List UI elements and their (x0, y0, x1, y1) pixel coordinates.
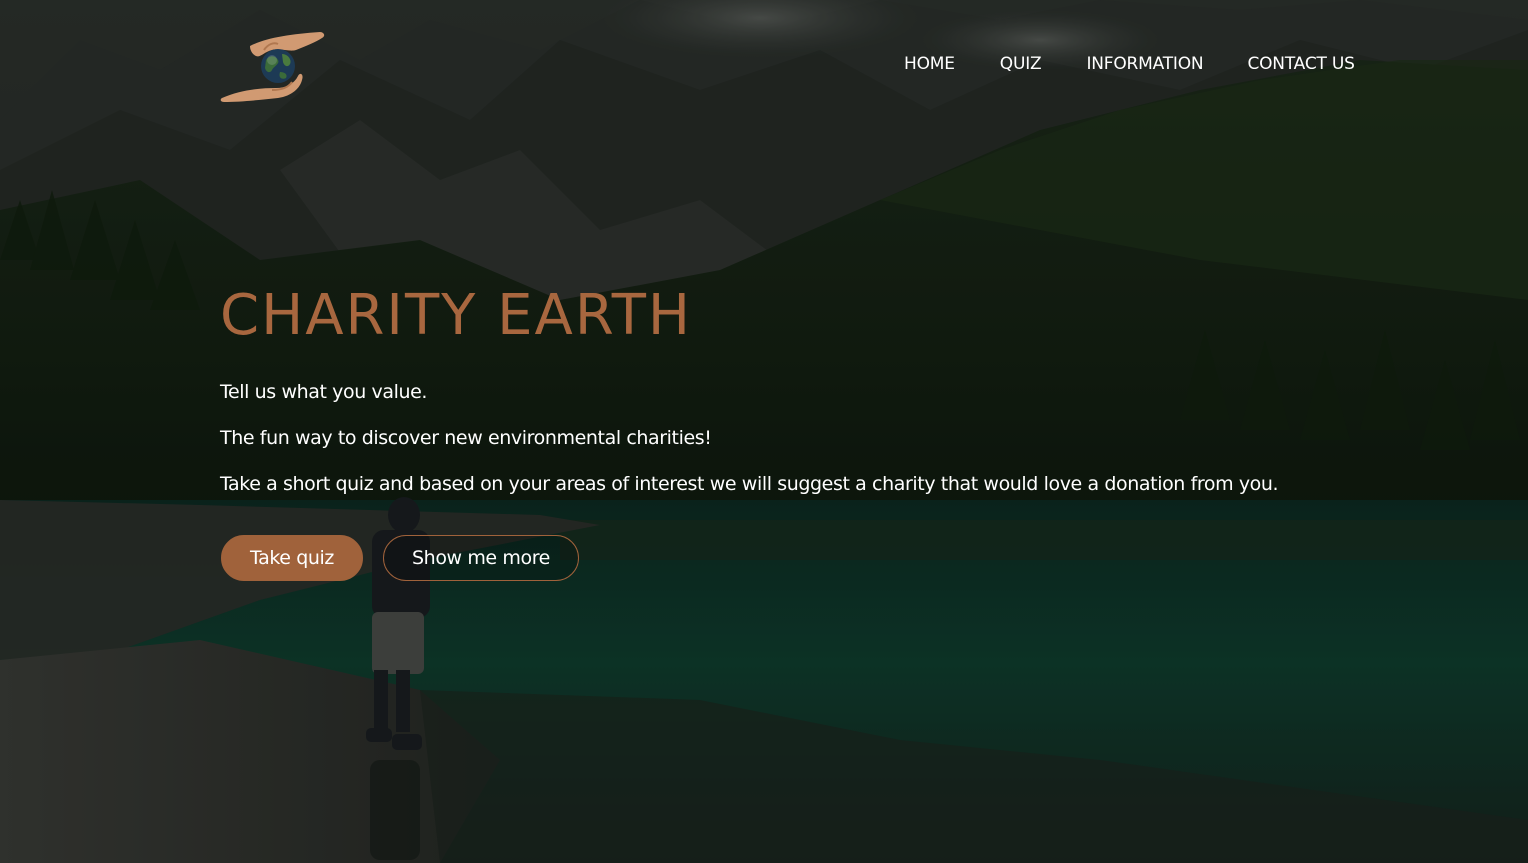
hands-holding-earth-icon (220, 32, 325, 102)
site-logo[interactable] (220, 28, 330, 104)
hero-section: HOME QUIZ INFORMATION CONTACT US CHARITY… (0, 0, 1528, 863)
take-quiz-button[interactable]: Take quiz (221, 535, 363, 581)
nav-contact-us-link[interactable]: CONTACT US (1247, 52, 1354, 76)
hero-content: CHARITY EARTH Tell us what you value. Th… (220, 280, 1320, 496)
hero-title: CHARITY EARTH (220, 283, 693, 348)
hero-description: Take a short quiz and based on your area… (220, 473, 1279, 495)
nav-quiz-link[interactable]: QUIZ (1000, 52, 1042, 76)
hero-tagline: Tell us what you value. (220, 381, 428, 403)
nav-home-link[interactable]: HOME (904, 52, 955, 76)
nav-information-link[interactable]: INFORMATION (1086, 52, 1203, 76)
hero-subtitle: The fun way to discover new environmenta… (220, 427, 712, 449)
show-me-more-button[interactable]: Show me more (383, 535, 579, 581)
main-nav: HOME QUIZ INFORMATION CONTACT US (904, 52, 1355, 76)
hero-actions: Take quiz Show me more (221, 535, 579, 581)
